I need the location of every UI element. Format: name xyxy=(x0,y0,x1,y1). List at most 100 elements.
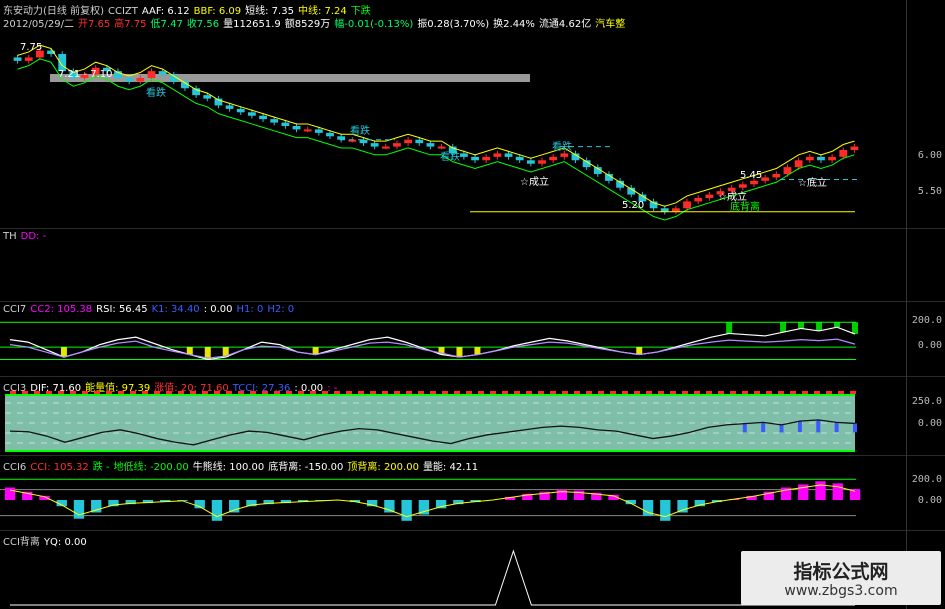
tick-main-0: 6.00 xyxy=(917,150,942,161)
candle-up xyxy=(24,57,33,61)
cci3-top-marker xyxy=(550,391,556,394)
candle-up xyxy=(828,156,837,161)
candle-down xyxy=(471,156,479,161)
cci6-bar xyxy=(4,487,16,500)
candle-up xyxy=(147,71,156,78)
yq-line xyxy=(10,549,855,606)
cci3-top-marker xyxy=(214,391,220,394)
th-header: TH DD: - xyxy=(3,231,50,242)
candle-down xyxy=(125,78,134,82)
cci3-top-marker xyxy=(478,391,484,394)
cci3-top-marker xyxy=(838,391,844,394)
cci6-bar xyxy=(384,500,395,513)
candle-down xyxy=(337,136,346,140)
candlestick-chart: 7.757.21 - 7.10看跌看跌看跌看跌☆成立☆成立☆底立底背离5.205… xyxy=(13,42,860,221)
cci3-top-marker xyxy=(190,391,196,394)
low-label: 5.20 xyxy=(622,200,644,211)
cci3-top-marker xyxy=(142,391,148,394)
cci3-top-marker xyxy=(322,391,328,394)
cci3-top-marker xyxy=(34,391,40,394)
cci6-bar xyxy=(401,500,412,521)
candle-up xyxy=(850,146,859,150)
cci3-top-marker xyxy=(574,391,580,394)
cci3-top-marker xyxy=(490,391,496,394)
cci3-top-marker xyxy=(826,391,832,394)
candle-up xyxy=(772,174,781,178)
cci7-panel[interactable]: CCI7 CC2: 105.38 RSI: 56.45 K1: 34.40: 0.00… xyxy=(0,302,906,376)
dibei-label: 底背离 xyxy=(730,200,760,213)
kandie-label-2: 看跌 xyxy=(350,124,370,137)
cci3-top-marker xyxy=(94,391,100,394)
th-header-item-0: TH xyxy=(3,231,17,242)
cci3-top-marker xyxy=(262,391,268,394)
high-label: 7.75 xyxy=(20,42,42,53)
cci6-bar xyxy=(229,500,240,513)
candle-up xyxy=(683,201,691,209)
cci3-top-marker xyxy=(526,391,532,394)
cci3-top-marker xyxy=(310,391,316,394)
candle-up xyxy=(805,156,814,161)
candle-down xyxy=(203,95,212,99)
cci3-top-marker xyxy=(682,391,688,394)
candle-up xyxy=(750,180,758,185)
small-label: 5.45 xyxy=(740,170,762,181)
cci3-bar xyxy=(853,423,857,433)
cci6-bar xyxy=(660,500,671,521)
cci3-top-marker xyxy=(70,391,76,394)
main-price-panel[interactable]: 东安动力(日线 前复权) CCIZT AAF: 6.12 BBF: 6.09 短线: 7… xyxy=(0,0,906,228)
tick-main-1: 5.50 xyxy=(917,186,942,197)
candle-up xyxy=(694,198,703,202)
cci6-bar xyxy=(677,500,688,513)
cci6-bar xyxy=(556,489,568,500)
candle-up xyxy=(727,187,736,192)
cci3-top-marker xyxy=(106,391,112,394)
cci3-top-marker xyxy=(814,391,820,394)
candle-down xyxy=(158,71,167,75)
cci6-bar xyxy=(73,500,85,519)
tick-cci7-1: 0.00 xyxy=(917,340,942,351)
price-axis: 6.00 5.50 200.0 0.00 250.0 0.00 200.0 0.… xyxy=(906,0,945,609)
candle-up xyxy=(393,143,401,147)
th-panel[interactable]: TH DD: - xyxy=(0,229,906,301)
cci3-top-marker xyxy=(274,391,280,394)
cci3-top-marker xyxy=(658,391,664,394)
candle-down xyxy=(13,57,22,61)
candle-down xyxy=(259,115,267,120)
cci3-top-marker xyxy=(586,391,592,394)
cci3-top-marker xyxy=(334,391,340,394)
cci3-top-marker xyxy=(454,391,460,394)
watermark-title: 指标公式网 xyxy=(793,561,889,583)
tick-cci7-0: 200.0 xyxy=(911,315,942,326)
cci3-top-marker xyxy=(502,391,508,394)
cci6-bar xyxy=(815,481,826,500)
cci3-panel[interactable]: CCI3 DIF: 71.60 能量值: 97.39 涨值: 20: 71.60 TCC… xyxy=(0,377,906,455)
cci6-panel[interactable]: CCI6 CCI: 105.32 跌 - 地低线: -200.00 牛熊线: 100.0… xyxy=(0,456,906,530)
candle-up xyxy=(493,153,502,157)
cci3-top-marker xyxy=(82,391,88,394)
cci3-top-marker xyxy=(754,391,760,394)
cci3-top-marker xyxy=(370,391,376,394)
cci3-top-marker xyxy=(238,391,244,394)
cci3-top-marker xyxy=(802,391,808,394)
tick-cci3-0: 250.0 xyxy=(911,396,942,407)
candle-up xyxy=(437,146,446,149)
dicheng-label: ☆底立 xyxy=(798,176,827,189)
kandie-label-3: 看跌 xyxy=(440,150,460,163)
cci3-bar xyxy=(779,424,784,433)
candle-down xyxy=(415,139,424,144)
cci3-bar xyxy=(834,422,839,433)
tick-cci6-1: 0.00 xyxy=(917,495,942,506)
candle-down xyxy=(660,208,669,212)
cci3-top-marker xyxy=(562,391,568,394)
candle-up xyxy=(794,160,803,168)
candle-down xyxy=(526,160,535,164)
candle-up xyxy=(761,177,770,181)
watermark-url: www.zbgs3.com xyxy=(784,583,898,599)
cci3-bar xyxy=(742,423,747,433)
candle-up xyxy=(549,156,558,161)
cci3-top-marker xyxy=(346,391,352,394)
cci3-top-marker xyxy=(778,391,784,394)
watermark-logo: 指标公式网 www.zbgs3.com xyxy=(741,551,941,605)
cci3-top-marker xyxy=(298,391,304,394)
cci3-top-marker xyxy=(718,391,724,394)
